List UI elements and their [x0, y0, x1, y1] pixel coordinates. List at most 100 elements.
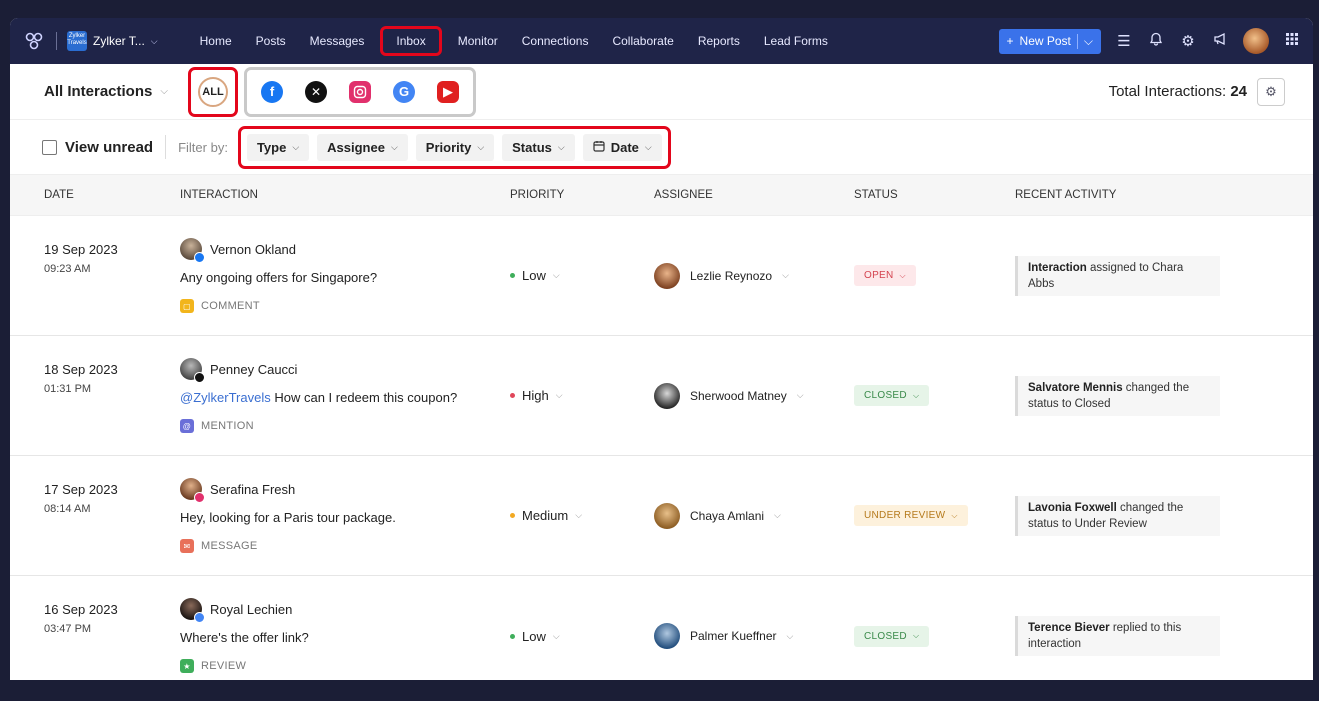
nav-connections[interactable]: Connections — [510, 26, 601, 56]
col-status[interactable]: STATUS — [854, 189, 1015, 201]
priority-cell[interactable]: Medium ⌵ — [510, 508, 654, 523]
new-post-button[interactable]: + New Post ⌵ — [998, 28, 1101, 54]
status-label: CLOSED — [864, 630, 907, 642]
app-window: Zylker Travels Zylker T... ⌵ Home Posts … — [10, 18, 1313, 680]
time: 08:14 AM — [44, 503, 91, 515]
chevron-down-icon: ⌵ — [552, 630, 560, 641]
bell-icon[interactable] — [1147, 32, 1165, 50]
menu-icon[interactable]: ☰ — [1115, 32, 1133, 50]
status-cell: CLOSED ⌵ — [854, 625, 1015, 647]
status-badge[interactable]: UNDER REVIEW ⌵ — [854, 505, 968, 526]
nav-reports[interactable]: Reports — [686, 26, 752, 56]
instagram-icon[interactable] — [349, 80, 371, 103]
priority-cell[interactable]: Low ⌵ — [510, 268, 654, 283]
col-recent-activity[interactable]: RECENT ACTIVITY — [1015, 189, 1313, 201]
filter-by-label: Filter by: — [178, 139, 228, 155]
col-assignee[interactable]: ASSIGNEE — [654, 189, 854, 201]
chevron-down-icon: ⌵ — [292, 141, 300, 152]
author[interactable]: Penney Caucci — [180, 358, 510, 383]
author-name: Penney Caucci — [210, 361, 298, 377]
status-badge[interactable]: OPEN ⌵ — [854, 265, 916, 286]
date: 18 Sep 2023 — [44, 362, 118, 377]
table-row[interactable]: 17 Sep 2023 08:14 AM Serafina Fresh Hey,… — [10, 456, 1313, 576]
chevron-down-icon: ⌵ — [160, 86, 168, 97]
priority-dot — [510, 513, 515, 518]
priority-cell[interactable]: High ⌵ — [510, 388, 654, 403]
google-icon[interactable]: G — [393, 80, 415, 103]
chevron-down-icon: ⌵ — [796, 390, 804, 400]
status-filter-label: Status — [512, 139, 552, 155]
nav-collaborate[interactable]: Collaborate — [600, 26, 685, 56]
message-body: Any ongoing offers for Singapore? — [180, 270, 378, 285]
app-logo-icon[interactable] — [22, 29, 46, 53]
message-text[interactable]: Where's the offer link? — [180, 630, 510, 645]
type-filter-label: Type — [256, 139, 287, 155]
assignee-cell[interactable]: Sherwood Matney ⌵ — [654, 382, 854, 409]
message-text[interactable]: @ZylkerTravels How can I redeem this cou… — [180, 390, 510, 405]
settings-button[interactable]: ⚙ — [1257, 77, 1285, 106]
col-priority[interactable]: PRIORITY — [510, 189, 654, 201]
assignee-cell[interactable]: Palmer Kueffner ⌵ — [654, 623, 854, 649]
table-header: DATE INTERACTION PRIORITY ASSIGNEE STATU… — [10, 174, 1313, 216]
date-filter-label: Date — [610, 139, 639, 155]
megaphone-icon[interactable] — [1211, 32, 1229, 50]
mention-link[interactable]: @ZylkerTravels — [180, 390, 271, 405]
table-row[interactable]: 19 Sep 2023 09:23 AM Vernon Okland Any o… — [10, 216, 1313, 336]
facebook-icon[interactable]: f — [261, 80, 283, 103]
nav-inbox[interactable]: Inbox — [380, 26, 442, 56]
nav-home[interactable]: Home — [188, 26, 244, 56]
new-post-label: New Post — [1019, 34, 1071, 48]
table-row[interactable]: 16 Sep 2023 03:47 PM Royal Lechien Where… — [10, 576, 1313, 680]
status-badge[interactable]: CLOSED ⌵ — [854, 385, 930, 406]
assignee-name: Sherwood Matney — [690, 388, 787, 403]
time: 09:23 AM — [44, 263, 91, 275]
message-text[interactable]: Any ongoing offers for Singapore? — [180, 270, 510, 285]
user-avatar[interactable] — [1243, 28, 1269, 54]
total-label: Total Interactions: — [1108, 83, 1227, 100]
assignee-cell[interactable]: Lezlie Reynozo ⌵ — [654, 262, 854, 289]
recent-activity: Salvatore Mennis changed the status to C… — [1015, 375, 1220, 416]
comment-icon: ▢ — [180, 299, 194, 313]
interaction-type-label: COMMENT — [201, 300, 260, 312]
assignee-cell[interactable]: Chaya Amlani ⌵ — [654, 502, 854, 529]
status-filter[interactable]: Status ⌵ — [502, 133, 575, 161]
x-icon[interactable]: ✕ — [305, 80, 327, 103]
chevron-down-icon[interactable]: ⌵ — [1076, 33, 1093, 49]
priority-cell[interactable]: Low ⌵ — [510, 629, 654, 644]
col-interaction[interactable]: INTERACTION — [158, 189, 510, 201]
status-cell: OPEN ⌵ — [854, 265, 1015, 286]
total-count: 24 — [1230, 83, 1247, 100]
type-filter[interactable]: Type ⌵ — [246, 133, 310, 161]
author[interactable]: Royal Lechien — [180, 598, 510, 623]
date-filter[interactable]: Date ⌵ — [582, 133, 662, 161]
view-unread-checkbox[interactable] — [42, 139, 57, 155]
inbox-header: All Interactions ⌵ ALL f ✕ G ▶ Total Int… — [10, 64, 1313, 120]
nav-posts[interactable]: Posts — [244, 26, 298, 56]
assignee-name: Chaya Amlani — [690, 508, 765, 523]
gear-icon[interactable]: ⚙ — [1179, 32, 1197, 50]
youtube-icon[interactable]: ▶ — [437, 80, 459, 103]
avatar — [180, 358, 205, 383]
assignee-filter[interactable]: Assignee ⌵ — [317, 133, 408, 161]
status-badge[interactable]: CLOSED ⌵ — [854, 625, 930, 647]
message-text[interactable]: Hey, looking for a Paris tour package. — [180, 510, 510, 525]
view-selector[interactable]: All Interactions ⌵ — [44, 83, 182, 100]
nav-monitor[interactable]: Monitor — [446, 26, 510, 56]
author[interactable]: Vernon Okland — [180, 238, 510, 263]
nav-lead-forms[interactable]: Lead Forms — [752, 26, 840, 56]
view-unread-toggle[interactable]: View unread — [42, 139, 153, 156]
nav-messages[interactable]: Messages — [298, 26, 377, 56]
recent-activity-cell: Terence Biever replied to this interacti… — [1015, 616, 1313, 656]
chevron-down-icon: ⌵ — [912, 631, 920, 640]
priority-label: Low — [522, 268, 546, 283]
at-sign-icon: @ — [180, 419, 194, 433]
author[interactable]: Serafina Fresh — [180, 478, 510, 503]
apps-grid-icon[interactable] — [1283, 32, 1301, 50]
brand-switcher[interactable]: Zylker Travels Zylker T... ⌵ — [67, 31, 158, 51]
table-row[interactable]: 18 Sep 2023 01:31 PM Penney Caucci @Zylk… — [10, 336, 1313, 456]
col-date[interactable]: DATE — [10, 189, 158, 201]
all-networks-filter[interactable]: ALL — [188, 66, 238, 117]
avatar — [654, 502, 680, 529]
priority-filter[interactable]: Priority ⌵ — [415, 133, 495, 161]
avatar — [654, 382, 680, 409]
